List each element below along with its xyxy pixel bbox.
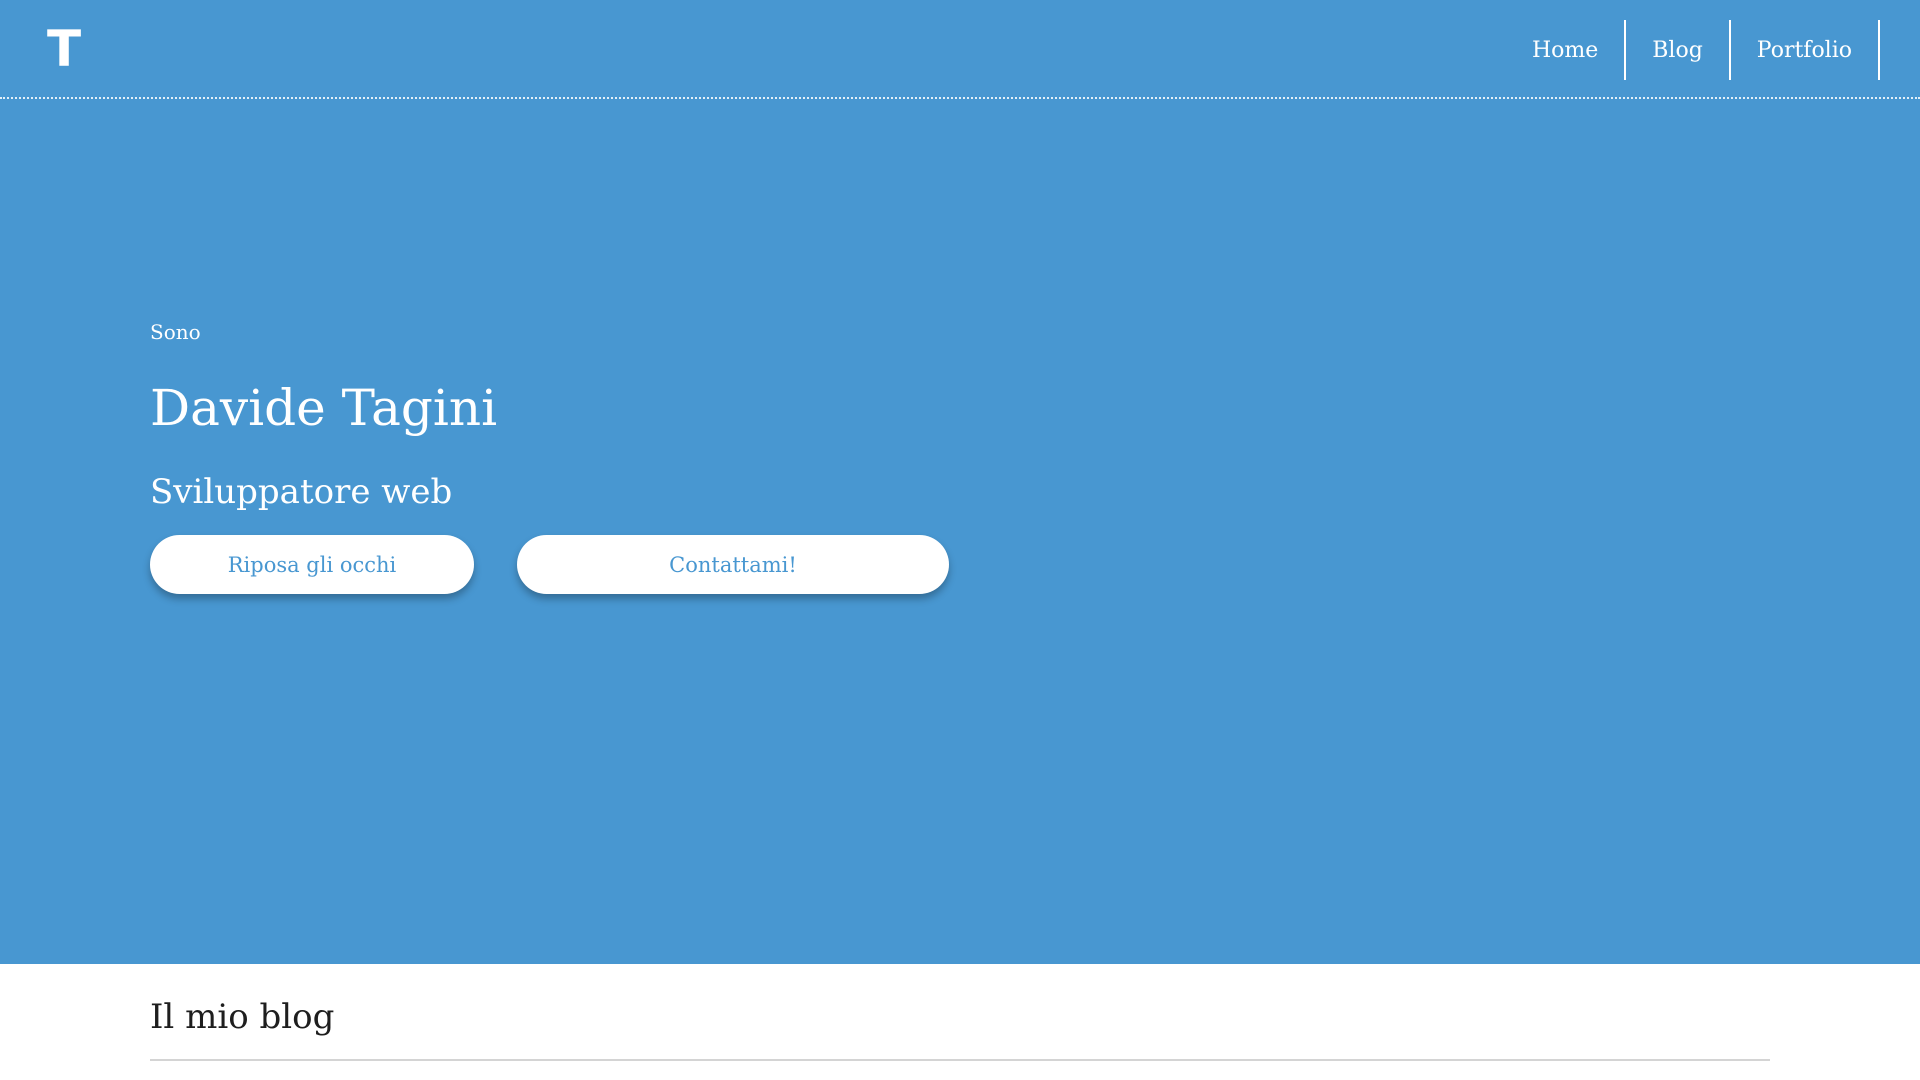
hero-name: Davide Tagini	[150, 379, 498, 437]
nav-item-blog[interactable]: Blog	[1626, 20, 1731, 80]
contact-button[interactable]: Contattami!	[517, 535, 949, 594]
hero-section: T Home Blog Portfolio Sono Davide Tagini…	[0, 0, 1920, 964]
navbar: T Home Blog Portfolio	[0, 0, 1920, 99]
blog-section-title: Il mio blog	[150, 997, 335, 1037]
rest-eyes-button[interactable]: Riposa gli occhi	[150, 535, 474, 594]
hero-role: Sviluppatore web	[150, 472, 453, 512]
nav-item-portfolio[interactable]: Portfolio	[1731, 20, 1880, 80]
main-nav: Home Blog Portfolio	[1506, 20, 1880, 80]
blog-divider	[150, 1059, 1770, 1061]
nav-item-home[interactable]: Home	[1506, 20, 1627, 80]
site-logo[interactable]: T	[45, 24, 83, 74]
hero-intro-text: Sono	[150, 320, 201, 344]
